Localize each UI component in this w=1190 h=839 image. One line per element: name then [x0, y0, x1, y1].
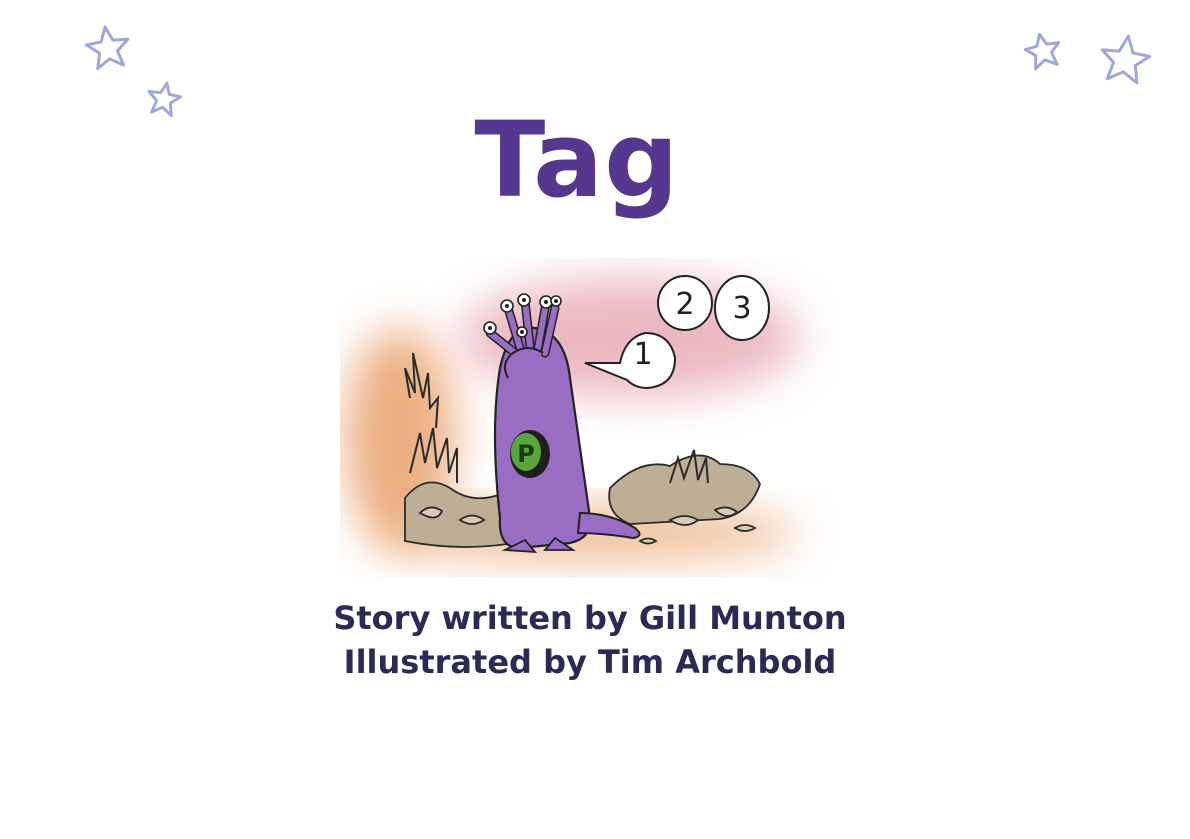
- author-credit: Story written by Gill Munton: [333, 599, 847, 637]
- bubble-number-1: 1: [633, 337, 652, 372]
- bubble-number-3: 3: [732, 291, 751, 326]
- star-icon: [1023, 32, 1061, 71]
- illustrator-credit: Illustrated by Tim Archbold: [343, 643, 837, 681]
- bubble-number-2: 2: [675, 287, 694, 322]
- book-title: Tag: [474, 99, 680, 221]
- star-icon: [1100, 34, 1152, 85]
- badge-letter: P: [517, 440, 535, 468]
- cover-illustration: P 1 2 3: [345, 275, 800, 561]
- star-icon: [84, 25, 130, 71]
